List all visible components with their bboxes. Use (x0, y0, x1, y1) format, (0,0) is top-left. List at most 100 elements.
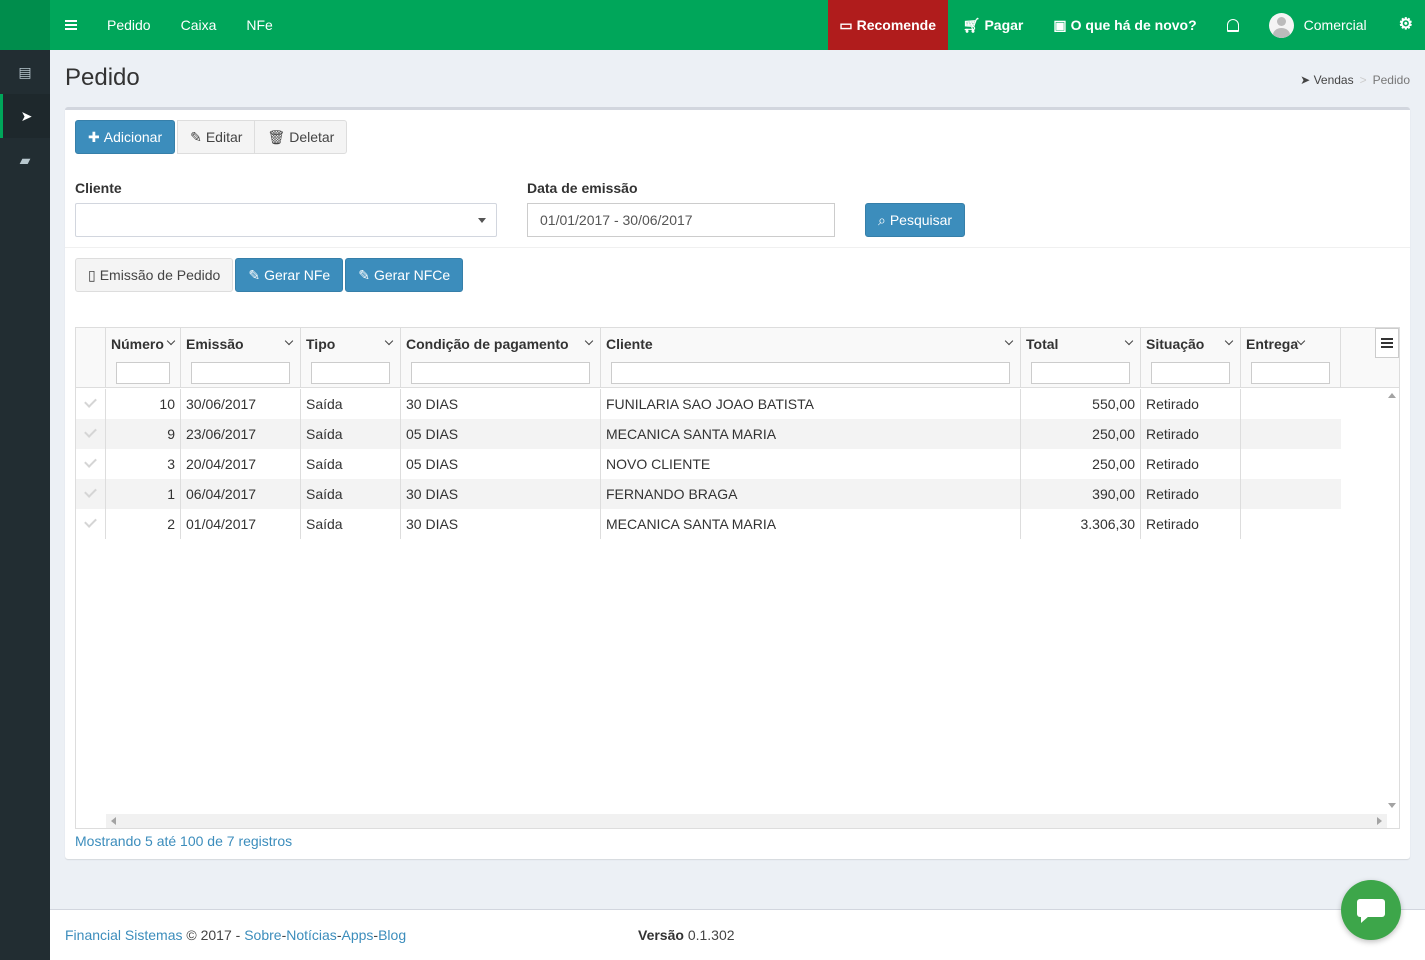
table-row[interactable]: 3 20/04/2017 Saída 05 DIAS NOVO CLIENTE … (76, 449, 1341, 479)
scroll-down-icon[interactable] (1388, 803, 1396, 808)
header-numero[interactable]: Número (106, 328, 181, 388)
gerar-nfce-button[interactable]: ✎ Gerar NFCe (345, 258, 464, 292)
page-title: Pedido (65, 64, 140, 91)
column-menu-button[interactable] (1375, 328, 1399, 358)
row-check[interactable] (76, 419, 106, 449)
shopping-bag-icon: ▰ (19, 151, 31, 168)
filter-tipo-input[interactable] (311, 362, 390, 384)
user-menu-button[interactable]: Comercial (1254, 0, 1387, 50)
recomende-button[interactable]: ▭ Recomende (827, 0, 948, 50)
scroll-left-icon[interactable] (111, 817, 116, 825)
scroll-right-icon[interactable] (1377, 817, 1382, 825)
cell-tipo: Saída (301, 509, 401, 539)
page-header: Pedido ➤ Vendas > Pedido (50, 50, 1425, 106)
table-row[interactable]: 2 01/04/2017 Saída 30 DIAS MECANICA SANT… (76, 509, 1341, 539)
header-emissao[interactable]: Emissão (181, 328, 301, 388)
cell-cliente: NOVO CLIENTE (601, 449, 1021, 479)
cell-condicao: 30 DIAS (401, 479, 601, 509)
filter-condicao-input[interactable] (411, 362, 590, 384)
check-icon (84, 515, 97, 528)
gerar-nfe-button[interactable]: ✎ Gerar NFe (235, 258, 344, 292)
search-button[interactable]: ⌕ Pesquisar (865, 203, 966, 237)
header-tipo[interactable]: Tipo (301, 328, 401, 388)
scroll-up-icon[interactable] (1388, 393, 1396, 398)
header-cliente[interactable]: Cliente (601, 328, 1021, 388)
sidebar-item-documents[interactable]: ▤ (0, 50, 50, 94)
cell-emissao: 01/04/2017 (181, 509, 301, 539)
breadcrumb-vendas[interactable]: ➤ Vendas (1300, 73, 1353, 87)
header-total[interactable]: Total (1021, 328, 1141, 388)
row-check[interactable] (76, 509, 106, 539)
breadcrumb: ➤ Vendas > Pedido (1300, 73, 1410, 87)
table-row[interactable]: 10 30/06/2017 Saída 30 DIAS FUNILARIA SA… (76, 389, 1341, 419)
chevron-down-icon (284, 336, 294, 346)
cell-total: 3.306,30 (1021, 509, 1141, 539)
filter-total-input[interactable] (1031, 362, 1130, 384)
sidebar-item-vendas[interactable]: ➤ (0, 94, 50, 138)
header-entrega-label: Entrega (1246, 336, 1299, 352)
chevron-down-icon (584, 336, 594, 346)
add-button[interactable]: ✚ Adicionar (75, 120, 176, 154)
pagar-button[interactable]: 🛒︎ Pagar (948, 0, 1039, 50)
notifications-button[interactable] (1212, 0, 1254, 50)
data-emissao-input[interactable] (527, 203, 835, 237)
filter-entrega-input[interactable] (1251, 362, 1330, 384)
table-row[interactable]: 1 06/04/2017 Saída 30 DIAS FERNANDO BRAG… (76, 479, 1341, 509)
sidebar: ▤ ➤ ▰ (0, 50, 50, 960)
novidades-button[interactable]: ▣ O que há de novo? (1038, 0, 1211, 50)
add-label: Adicionar (103, 129, 163, 145)
cell-cliente: FUNILARIA SAO JOAO BATISTA (601, 389, 1021, 419)
edit-icon: ✎ (190, 128, 202, 145)
edit-square-icon: ✎ (358, 266, 370, 283)
edit-button[interactable]: ✎ Editar (177, 120, 256, 154)
header-situacao[interactable]: Situação (1141, 328, 1241, 388)
cell-condicao: 30 DIAS (401, 509, 601, 539)
avatar (1268, 12, 1294, 38)
cell-condicao: 30 DIAS (401, 389, 601, 419)
menu-pedido-link[interactable]: Pedido (92, 0, 166, 50)
cell-numero: 2 (106, 509, 181, 539)
grid-header: Número Emissão Tipo Condição de pagament… (76, 328, 1399, 388)
filter-situacao-input[interactable] (1151, 362, 1230, 384)
sidebar-toggle-button[interactable] (50, 0, 92, 50)
cell-total: 390,00 (1021, 479, 1141, 509)
table-row[interactable]: 9 23/06/2017 Saída 05 DIAS MECANICA SANT… (76, 419, 1341, 449)
grid-record-info: Mostrando 5 até 100 de 7 registros (75, 833, 293, 849)
blog-link[interactable]: Blog (378, 927, 406, 943)
company-link[interactable]: Financial Sistemas (65, 927, 183, 943)
file-icon: ▤ (18, 63, 32, 80)
row-check[interactable] (76, 449, 106, 479)
row-check[interactable] (76, 479, 106, 509)
filter-cliente-input[interactable] (611, 362, 1010, 384)
search-icon: ⌕ (878, 211, 886, 228)
header-condicao[interactable]: Condição de pagamento (401, 328, 601, 388)
cell-cliente: FERNANDO BRAGA (601, 479, 1021, 509)
logo-area (0, 0, 50, 50)
vertical-scrollbar[interactable] (1385, 388, 1399, 813)
header-entrega[interactable]: Entrega (1241, 328, 1341, 388)
filter-emissao-input[interactable] (191, 362, 290, 384)
noticias-link[interactable]: Notícias (286, 927, 337, 943)
filter-numero-input[interactable] (116, 362, 170, 384)
header-total-label: Total (1026, 336, 1059, 352)
top-menu: Pedido Caixa NFe (92, 0, 288, 50)
emissao-pedido-button[interactable]: ▯ Emissão de Pedido (75, 258, 234, 292)
cliente-select[interactable] (75, 203, 497, 237)
cell-situacao: Retirado (1141, 479, 1241, 509)
cell-cliente: MECANICA SANTA MARIA (601, 419, 1021, 449)
apps-link[interactable]: Apps (341, 927, 373, 943)
sidebar-item-compras[interactable]: ▰ (0, 138, 50, 182)
row-check[interactable] (76, 389, 106, 419)
chat-button[interactable] (1341, 880, 1401, 940)
header-tipo-label: Tipo (306, 336, 336, 352)
cell-entrega (1241, 449, 1341, 479)
cliente-label: Cliente (75, 180, 122, 196)
delete-button[interactable]: 🗑︎ Deletar (254, 120, 348, 154)
menu-nfe-link[interactable]: NFe (231, 0, 287, 50)
sobre-link[interactable]: Sobre (244, 927, 281, 943)
settings-button[interactable]: ⚙ (1387, 0, 1425, 50)
version-info: Versão 0.1.302 (638, 927, 735, 943)
cart-icon: 🛒︎ (962, 17, 981, 33)
menu-caixa-link[interactable]: Caixa (166, 0, 232, 50)
horizontal-scrollbar[interactable] (106, 814, 1387, 828)
